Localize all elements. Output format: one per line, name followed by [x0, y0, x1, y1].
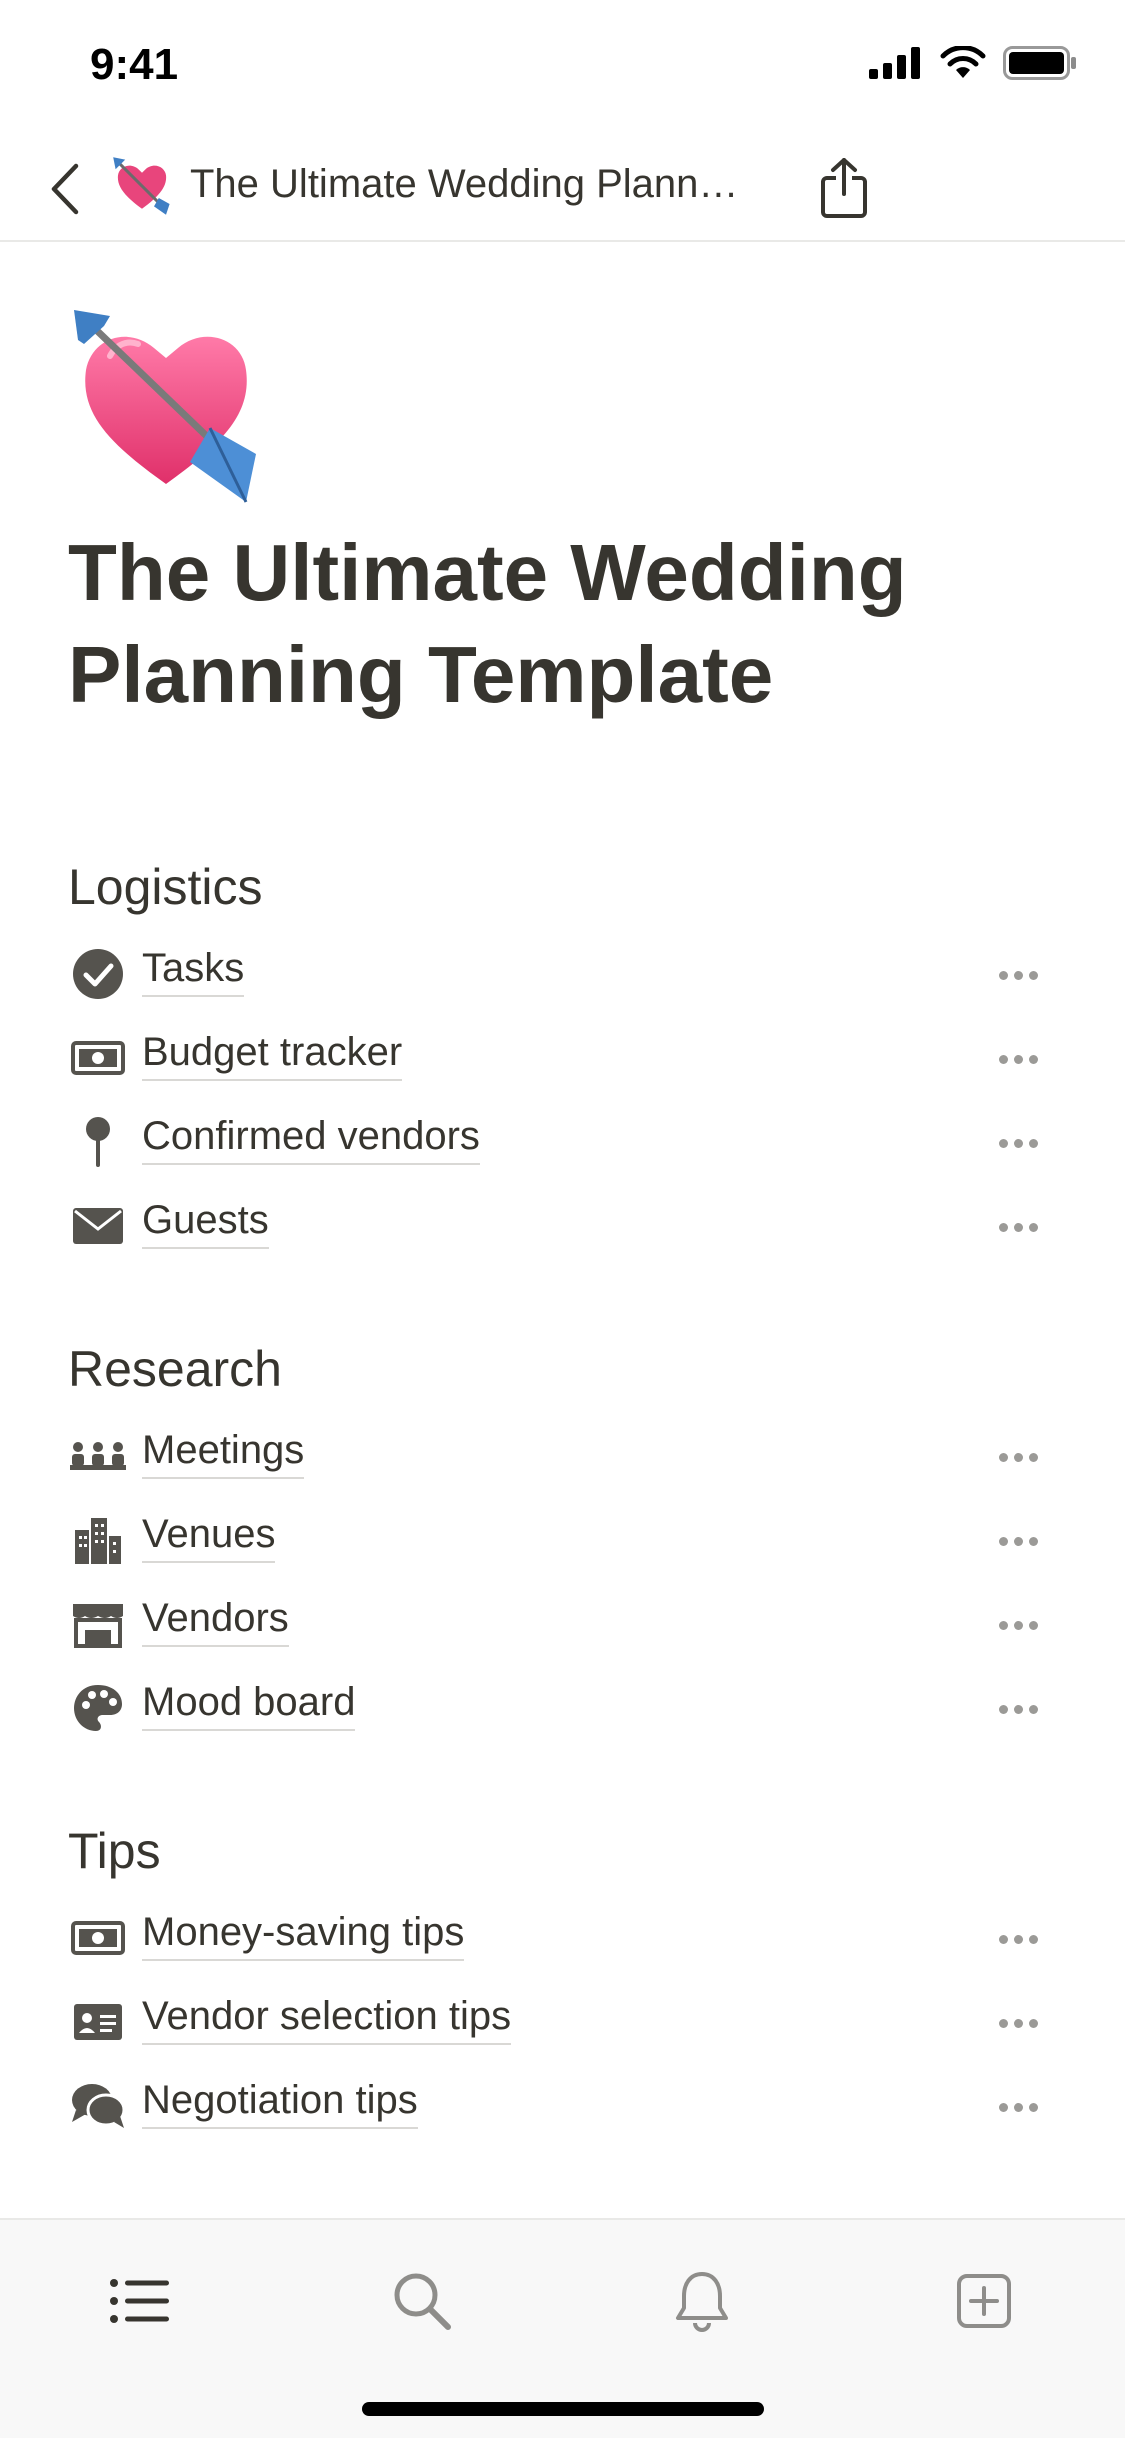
list-item-label: Vendor selection tips: [142, 1994, 512, 2045]
search-icon: [394, 2273, 451, 2330]
list-item-label: Vendors: [142, 1596, 289, 1647]
list-item-label: Guests: [142, 1198, 269, 1249]
list-item-negotiation-tips[interactable]: Negotiation tips: [68, 2064, 1058, 2148]
id-card-icon: [68, 1992, 128, 2052]
home-indicator[interactable]: [362, 2402, 764, 2416]
list-item-tasks[interactable]: Tasks: [68, 932, 1058, 1016]
more-options-button[interactable]: [978, 1034, 1058, 1084]
more-options-button[interactable]: [978, 1516, 1058, 1566]
storefront-icon: [68, 1594, 128, 1654]
navigation-bar: The Ultimate Wedding Plann…: [0, 140, 1125, 242]
buildings-icon: [68, 1510, 128, 1570]
list-item-guests[interactable]: Guests: [68, 1184, 1058, 1268]
page-title: The Ultimate Wedding Planning Template: [68, 528, 907, 719]
section-heading-research: Research: [68, 1341, 282, 1397]
pin-icon: [68, 1112, 128, 1172]
more-options-button[interactable]: [978, 950, 1058, 1000]
sidebar-list-button[interactable]: [90, 2256, 190, 2346]
more-options-button[interactable]: [978, 2082, 1058, 2132]
heart-with-arrow-icon: [113, 157, 170, 215]
more-options-button[interactable]: [978, 1600, 1058, 1650]
list-item-label: Tasks: [142, 946, 245, 997]
status-time: 9:41: [90, 40, 179, 89]
list-item-label: Budget tracker: [142, 1030, 403, 1081]
list-item-label: Venues: [142, 1512, 276, 1563]
banknote-icon: [68, 1028, 128, 1088]
list-item-label: Mood board: [142, 1680, 356, 1731]
search-button[interactable]: [372, 2256, 472, 2346]
bottom-toolbar: [0, 2218, 1125, 2438]
status-bar: 9:41: [0, 0, 1125, 140]
list-item-vendor-selection-tips[interactable]: Vendor selection tips: [68, 1980, 1058, 2064]
list-item-mood-board[interactable]: Mood board: [68, 1666, 1058, 1750]
battery-icon: [1003, 46, 1076, 80]
more-options-button[interactable]: [978, 1202, 1058, 1252]
list-item-label: Money-saving tips: [142, 1910, 465, 1961]
chevron-left-icon: [51, 163, 79, 215]
list-item-confirmed-vendors[interactable]: Confirmed vendors: [68, 1100, 1058, 1184]
more-options-button[interactable]: [978, 1684, 1058, 1734]
new-page-button[interactable]: [934, 2256, 1034, 2346]
list-item-money-saving-tips[interactable]: Money-saving tips: [68, 1896, 1058, 1980]
envelope-icon: [68, 1196, 128, 1256]
cellular-signal-icon: [869, 47, 920, 79]
list-item-venues[interactable]: Venues: [68, 1498, 1058, 1582]
notifications-button[interactable]: [652, 2256, 752, 2346]
wifi-icon: [940, 46, 986, 78]
list-item-label: Confirmed vendors: [142, 1114, 480, 1165]
back-button[interactable]: [30, 154, 100, 224]
list-item-label: Meetings: [142, 1428, 305, 1479]
list-item-meetings[interactable]: Meetings: [68, 1414, 1058, 1498]
section-heading-tips: Tips: [68, 1823, 161, 1879]
more-options-button[interactable]: [978, 1432, 1058, 1482]
page-heart-with-arrow-icon: [74, 310, 256, 503]
more-options-button[interactable]: [978, 1998, 1058, 2048]
list-item-budget-tracker[interactable]: Budget tracker: [68, 1016, 1058, 1100]
banknote-icon: [68, 1908, 128, 1968]
list-icon: [110, 2279, 169, 2323]
bell-icon: [676, 2272, 728, 2332]
list-item-label: Negotiation tips: [142, 2078, 418, 2129]
check-circle-icon: [68, 944, 128, 1004]
palette-icon: [68, 1678, 128, 1738]
list-item-vendors[interactable]: Vendors: [68, 1582, 1058, 1666]
people-icon: [68, 1426, 128, 1486]
more-options-button[interactable]: [978, 1118, 1058, 1168]
more-options-button[interactable]: [978, 1914, 1058, 1964]
share-button[interactable]: [808, 148, 880, 228]
add-page-icon: [957, 2274, 1011, 2328]
status-icons: [869, 46, 1077, 80]
share-icon: [821, 158, 867, 218]
section-heading-logistics: Logistics: [68, 859, 263, 915]
speech-bubbles-icon: [68, 2076, 128, 2136]
nav-title: The Ultimate Wedding Plann…: [190, 162, 739, 206]
